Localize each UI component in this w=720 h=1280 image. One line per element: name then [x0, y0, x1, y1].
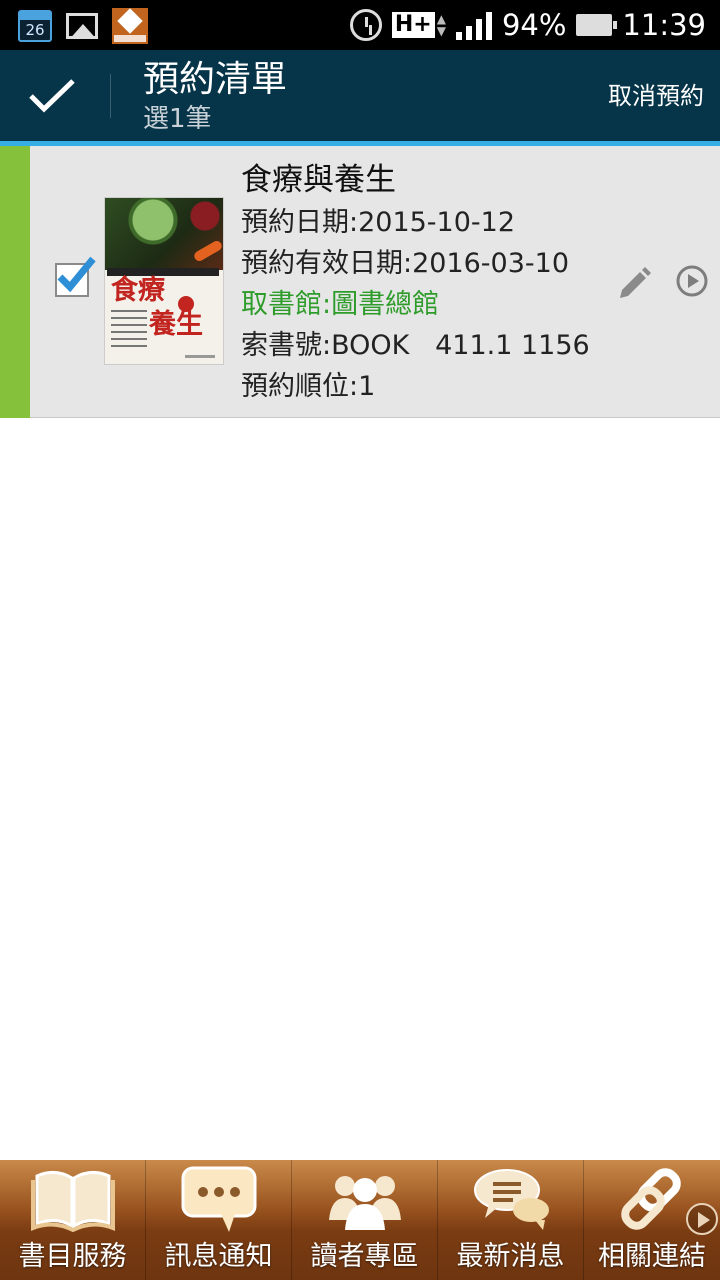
nav-item-catalog[interactable]: 書目服務 — [0, 1160, 146, 1280]
people-icon — [328, 1176, 401, 1230]
valid-until-date: 預約有效日期:2016-03-10 — [241, 248, 570, 279]
reservation-list-item[interactable]: 食療 養生 食療與養生 預約日期:2015-10-12 預約有效日期:2016-… — [0, 146, 720, 418]
more-nav-button[interactable] — [686, 1203, 718, 1235]
battery-icon — [576, 14, 618, 36]
selection-count: 選1筆 — [143, 104, 212, 134]
app-notification-icon — [112, 8, 148, 44]
alarm-icon — [349, 9, 382, 41]
select-checkbox[interactable] — [55, 256, 96, 297]
action-bar-divider — [110, 74, 111, 118]
message-icon — [181, 1166, 256, 1232]
book-cover-image[interactable]: 食療 養生 — [104, 197, 224, 365]
check-icon — [57, 256, 96, 293]
news-icon — [473, 1169, 549, 1230]
calendar-day: 26 — [25, 21, 45, 39]
checkmark-icon — [29, 79, 75, 113]
pickup-library: 取書館:圖書總館 — [241, 289, 440, 320]
reservation-details: 食療與養生 預約日期:2015-10-12 預約有效日期:2016-03-10 … — [241, 160, 590, 407]
bottom-navigation: 書目服務 訊息通知 讀者專區 最新消息 相關連結 — [0, 1160, 720, 1280]
nav-label-links: 相關連結 — [598, 1241, 706, 1272]
cover-title-line1: 食療 — [111, 275, 165, 306]
signal-icon — [455, 10, 492, 40]
nav-item-news[interactable]: 最新消息 — [438, 1160, 584, 1280]
reserve-date: 預約日期:2015-10-12 — [241, 207, 516, 238]
edit-button[interactable] — [614, 262, 654, 302]
action-bar: 預約清單 選1筆 取消預約 — [0, 50, 720, 141]
call-number: 索書號:BOOK 411.1 1156 — [241, 330, 590, 361]
clock: 11:39 — [622, 8, 706, 42]
nav-label-catalog: 書目服務 — [18, 1241, 127, 1272]
nav-item-readers[interactable]: 讀者專區 — [292, 1160, 438, 1280]
selected-indicator — [0, 146, 30, 418]
cancel-reservation-button[interactable]: 取消預約 — [608, 78, 704, 114]
cover-title-line2: 養生 — [149, 309, 203, 340]
network-type-icon: H+ — [391, 12, 435, 38]
calendar-notification-icon: 26 — [18, 10, 52, 42]
battery-percent: 94% — [501, 8, 567, 42]
status-bar: 26 H+ ▲ ▼ 94% 11:39 — [0, 0, 720, 50]
book-icon — [30, 1171, 115, 1232]
queue-position: 預約順位:1 — [241, 371, 376, 402]
book-title: 食療與養生 — [241, 162, 396, 198]
nav-label-news: 最新消息 — [456, 1241, 565, 1272]
play-circle-icon — [676, 265, 708, 297]
done-button[interactable] — [0, 50, 110, 141]
page-title: 預約清單 — [143, 59, 288, 100]
pencil-icon — [620, 267, 651, 298]
nav-item-messages[interactable]: 訊息通知 — [146, 1160, 292, 1280]
link-icon — [621, 1168, 681, 1230]
details-button[interactable] — [675, 264, 709, 298]
data-activity-icon: ▲ ▼ — [436, 12, 446, 38]
nav-label-messages: 訊息通知 — [164, 1241, 273, 1272]
nav-label-readers: 讀者專區 — [310, 1241, 419, 1272]
chevron-right-icon — [698, 1212, 710, 1228]
image-notification-icon — [66, 13, 98, 39]
